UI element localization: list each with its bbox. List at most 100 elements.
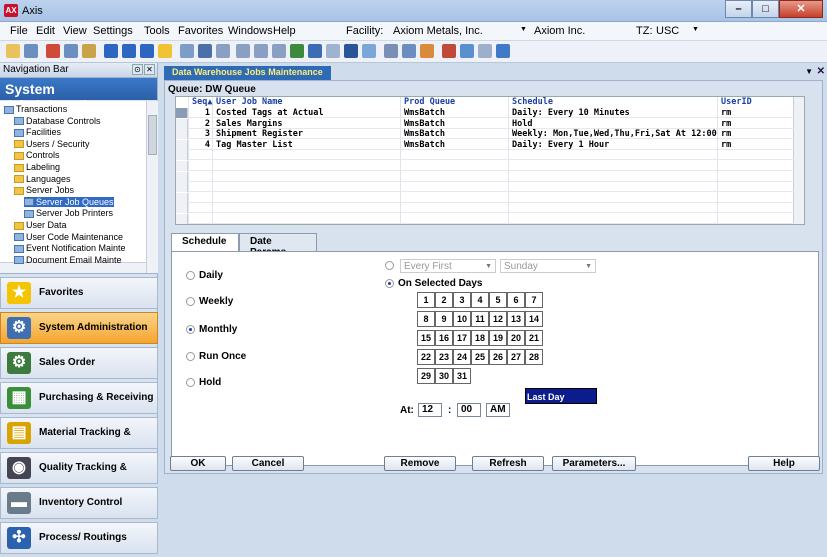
table-row[interactable]: 1 Costed Tags at Actual WmsBatch Daily: Eve… <box>176 108 794 118</box>
sum-icon[interactable] <box>272 44 286 58</box>
open-icon[interactable] <box>6 44 20 58</box>
tree-item[interactable]: Facilities <box>14 127 61 137</box>
calendar-day[interactable]: 15 <box>417 330 435 346</box>
calendar-day[interactable]: 18 <box>471 330 489 346</box>
table-row[interactable] <box>176 161 794 171</box>
columns-icon[interactable] <box>236 44 250 58</box>
tab-schedule[interactable]: Schedule <box>171 233 239 252</box>
calendar-day[interactable]: 24 <box>453 349 471 365</box>
radio-weekly[interactable]: Weekly <box>186 296 233 307</box>
refresh-button[interactable]: Refresh <box>472 456 544 471</box>
tree-item[interactable]: Server Jobs <box>14 185 74 195</box>
calendar-day[interactable]: 20 <box>507 330 525 346</box>
tree-item[interactable]: Controls <box>14 150 60 160</box>
grid-icon[interactable] <box>180 44 194 58</box>
minimize-button[interactable]: – <box>725 0 752 18</box>
help-icon[interactable] <box>496 44 510 58</box>
close-button[interactable]: ✕ <box>779 0 823 18</box>
pin-icon[interactable]: ⊙ <box>132 64 143 75</box>
tree-item[interactable]: Server Job Printers <box>24 208 113 218</box>
calendar-day[interactable]: 22 <box>417 349 435 365</box>
calendar-day[interactable]: 31 <box>453 368 471 384</box>
calendar-day[interactable]: 25 <box>471 349 489 365</box>
nav-section[interactable]: ◉Quality Tracking & Control <box>0 452 158 503</box>
tree-scrollbar[interactable] <box>146 101 158 273</box>
calendar-day[interactable]: 1 <box>417 292 435 308</box>
excel-icon[interactable] <box>290 44 304 58</box>
radio-on-selected-days[interactable]: On Selected Days <box>385 278 482 289</box>
preview-icon[interactable] <box>402 44 416 58</box>
radio-daily[interactable]: Daily <box>186 270 223 281</box>
filter-icon[interactable] <box>216 44 230 58</box>
menu-file[interactable]: File <box>10 25 28 37</box>
calendar-day[interactable]: 30 <box>435 368 453 384</box>
document-tab[interactable]: Data Warehouse Jobs Maintenance <box>164 66 331 80</box>
tree-item[interactable]: User Data <box>14 220 67 230</box>
tree-item[interactable]: Server Job Queues <box>24 196 114 207</box>
calendar-day[interactable]: 14 <box>525 311 543 327</box>
menu-view[interactable]: View <box>63 25 87 37</box>
arrow-down-icon[interactable] <box>122 44 136 58</box>
table-row[interactable]: 3 Shipment Register WmsBatch Weekly: Mon,Tu… <box>176 129 794 140</box>
calendar-day[interactable]: 6 <box>507 292 525 308</box>
grid-column-header[interactable]: Schedule <box>512 97 553 107</box>
info-icon[interactable] <box>362 44 376 58</box>
nav-section[interactable]: ⚙ System Administration <box>0 312 158 344</box>
nav-section[interactable]: ▬ Inventory Control <box>0 487 158 519</box>
last-day-cell[interactable]: Last Day <box>525 388 597 404</box>
calendar-day[interactable]: 27 <box>507 349 525 365</box>
menu-favorites[interactable]: Favorites <box>178 25 223 37</box>
cancel-button[interactable]: Cancel <box>232 456 304 471</box>
calendar-day[interactable]: 11 <box>471 311 489 327</box>
menu-edit[interactable]: Edit <box>36 25 55 37</box>
ok-button[interactable]: OK <box>170 456 226 471</box>
tree-item[interactable]: User Code Maintenance <box>14 232 123 242</box>
grid-column-header[interactable]: Prod Queue <box>404 97 455 107</box>
nav-section[interactable]: ✣ Process/ Routings <box>0 522 158 554</box>
menu-windows[interactable]: Windows <box>228 25 273 37</box>
calendar-day[interactable]: 19 <box>489 330 507 346</box>
rows-icon[interactable] <box>254 44 268 58</box>
calendar-day[interactable]: 29 <box>417 368 435 384</box>
parameters-button[interactable]: Parameters... <box>552 456 636 471</box>
radio-every-first[interactable] <box>385 261 398 270</box>
table-icon[interactable] <box>198 44 212 58</box>
calendar-day[interactable]: 10 <box>453 311 471 327</box>
menu-tools[interactable]: Tools <box>144 25 170 37</box>
facility-select[interactable]: Axiom Metals, Inc. <box>393 25 483 37</box>
calendar-day[interactable]: 7 <box>525 292 543 308</box>
weekday-select[interactable]: Sunday ▼ <box>500 259 596 273</box>
calendar-day[interactable]: 4 <box>471 292 489 308</box>
print-icon[interactable] <box>326 44 340 58</box>
remove-button[interactable]: Remove <box>384 456 456 471</box>
close-icon[interactable]: ✕ <box>144 64 155 75</box>
calendar-day[interactable]: 3 <box>453 292 471 308</box>
grid-column-header[interactable]: User Job Name <box>216 97 283 107</box>
help-button[interactable]: Help <box>748 456 820 471</box>
table-row[interactable]: 2 Sales Margins WmsBatch Hold rm <box>176 118 794 129</box>
tree-item[interactable]: Languages <box>14 174 71 184</box>
radio-run-once[interactable]: Run Once <box>186 351 246 362</box>
table-row[interactable] <box>176 150 794 161</box>
table-row[interactable]: 4 Tag Master List WmsBatch Daily: Every 1 H… <box>176 139 794 150</box>
nav-section[interactable]: ▦ Purchasing & Receiving <box>0 382 158 414</box>
grid-scrollbar[interactable] <box>793 97 804 224</box>
nav-section[interactable]: ★ Favorites <box>0 277 158 309</box>
table-row[interactable] <box>176 182 794 193</box>
table-row[interactable] <box>176 171 794 182</box>
chart-icon[interactable] <box>308 44 322 58</box>
table-row[interactable] <box>176 192 794 203</box>
calendar-day[interactable]: 21 <box>525 330 543 346</box>
arrow-up-icon[interactable] <box>104 44 118 58</box>
calendar-day[interactable]: 8 <box>417 311 435 327</box>
alert-icon[interactable] <box>442 44 456 58</box>
settings-icon[interactable] <box>460 44 474 58</box>
tree-item[interactable]: Database Controls <box>14 116 101 126</box>
nav-section[interactable]: ⚙Sales Order Management <box>0 347 158 398</box>
save-icon[interactable] <box>24 44 38 58</box>
calendar-day[interactable]: 23 <box>435 349 453 365</box>
tree-item[interactable]: Event Notification Mainte <box>14 243 126 253</box>
tools-icon[interactable] <box>420 44 434 58</box>
ampm-toggle[interactable]: AM <box>486 403 510 417</box>
timezone-select[interactable]: USC <box>656 25 679 37</box>
